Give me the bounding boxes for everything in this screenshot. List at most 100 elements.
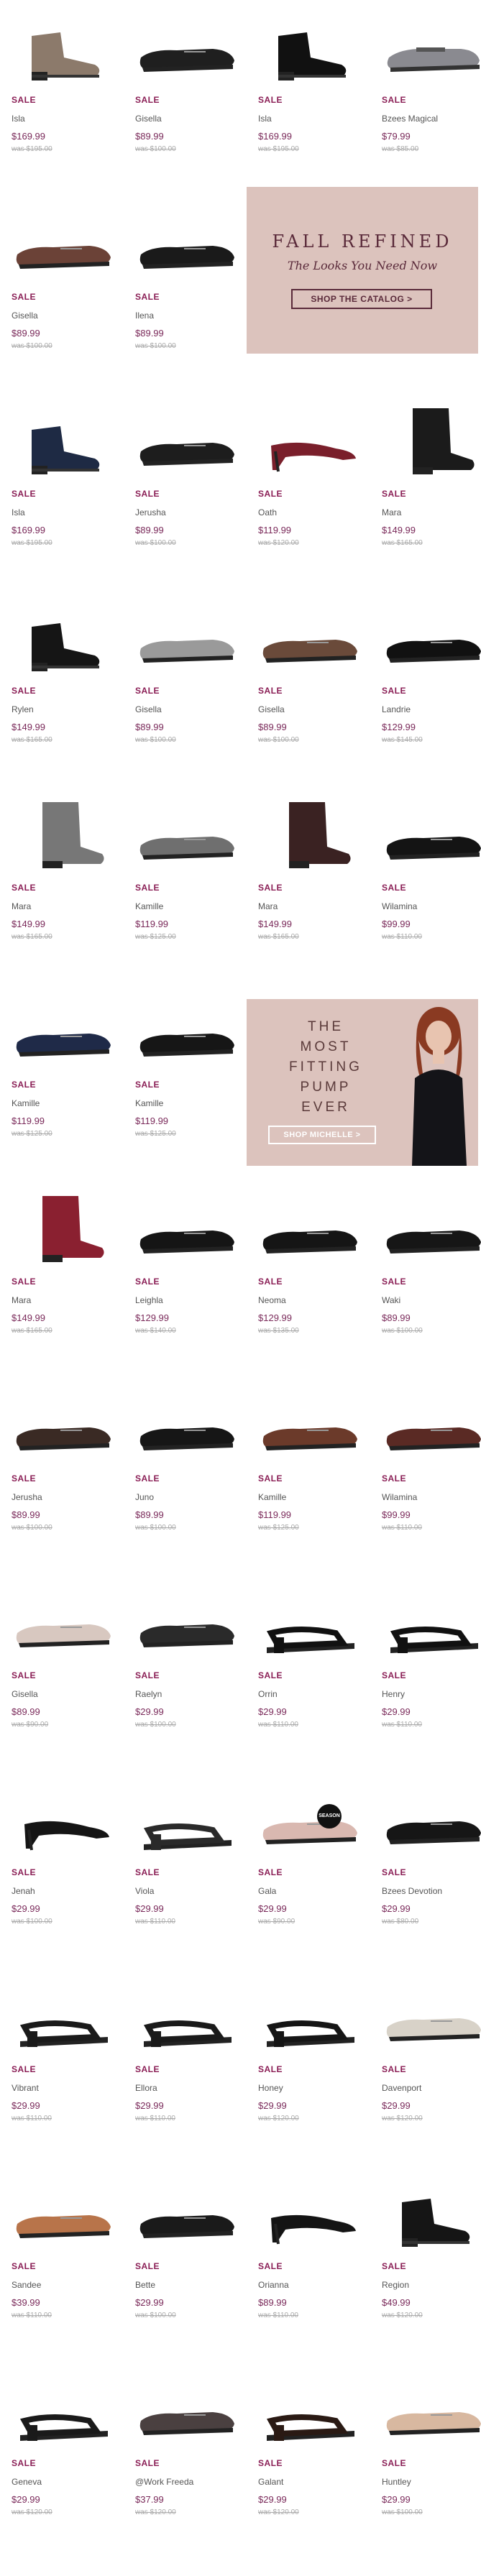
product-name[interactable]: Kamille	[135, 901, 163, 911]
product-card[interactable]: SALE Orrin $29.99 was $110.00	[257, 1583, 365, 1782]
product-name[interactable]: Gisella	[135, 114, 162, 124]
product-card[interactable]: SALE Jerusha $89.99 was $100.00	[10, 1386, 118, 1586]
product-card[interactable]: SALE Landrie $129.99 was $145.00	[380, 598, 481, 798]
product-name[interactable]: Orianna	[258, 2280, 289, 2290]
product-card[interactable]: SALE Mara $149.99 was $165.00	[10, 795, 118, 995]
product-card[interactable]: SALE Isla $169.99 was $195.00	[10, 401, 118, 601]
product-card[interactable]: SALE Wilamina $99.99 was $110.00	[380, 1386, 481, 1586]
product-name[interactable]: Juno	[135, 1492, 154, 1502]
product-card[interactable]: SALE Raelyn $29.99 was $100.00	[134, 1583, 242, 1782]
product-card[interactable]: SALE Sandee $39.99 was $110.00	[10, 2174, 118, 2373]
product-name[interactable]: Region	[382, 2280, 409, 2290]
product-card[interactable]: SALE Region $49.99 was $120.00	[380, 2174, 481, 2373]
product-name[interactable]: Bzees Magical	[382, 114, 438, 124]
product-image[interactable]	[380, 1977, 481, 2056]
product-image[interactable]	[380, 795, 481, 874]
product-image[interactable]	[10, 7, 118, 86]
product-name[interactable]: Honey	[258, 2083, 283, 2093]
product-card[interactable]: SALE @Work Freeda $37.99 was $120.00	[134, 2370, 242, 2570]
product-image[interactable]	[257, 1780, 365, 1859]
product-card[interactable]: SALE Gisella $89.99 was $100.00	[134, 7, 242, 207]
product-image[interactable]	[257, 7, 365, 86]
product-image[interactable]	[380, 7, 481, 86]
shop-michelle-button[interactable]: SHOP MICHELLE >	[268, 1126, 376, 1144]
product-card[interactable]: SALE Ellora $29.99 was $110.00	[134, 1977, 242, 2176]
product-card[interactable]: SALE Honey $29.99 was $120.00	[257, 1977, 365, 2176]
product-card[interactable]: SALE Gisella $89.99 was $100.00	[134, 598, 242, 798]
product-card[interactable]: SALE Rylen $149.99 was $165.00	[10, 598, 118, 798]
product-name[interactable]: Gisella	[135, 704, 162, 714]
product-card[interactable]: SALE Geneva $29.99 was $120.00	[10, 2370, 118, 2570]
product-name[interactable]: Galant	[258, 2477, 283, 2487]
product-card[interactable]: SALE Galant $29.99 was $120.00	[257, 2370, 365, 2570]
product-name[interactable]: Huntley	[382, 2477, 411, 2487]
product-image[interactable]	[380, 401, 481, 480]
product-image[interactable]	[10, 1977, 118, 2056]
fitting-pump-banner[interactable]: THE MOST FITTING PUMP EVER SHOP MICHELLE…	[247, 999, 478, 1166]
product-image[interactable]	[134, 598, 242, 677]
product-name[interactable]: Gisella	[258, 704, 285, 714]
product-image[interactable]	[134, 204, 242, 283]
product-name[interactable]: Davenport	[382, 2083, 421, 2093]
product-image[interactable]	[10, 1386, 118, 1465]
product-image[interactable]	[257, 1977, 365, 2056]
product-name[interactable]: Mara	[12, 1295, 31, 1305]
product-name[interactable]: Viola	[135, 1886, 154, 1896]
product-name[interactable]: Geneva	[12, 2477, 42, 2487]
product-card[interactable]: SALE Jerusha $89.99 was $100.00	[134, 401, 242, 601]
product-name[interactable]: Gisella	[12, 310, 38, 321]
product-card[interactable]: SALE Leighla $129.99 was $140.00	[134, 1189, 242, 1389]
product-image[interactable]	[380, 1386, 481, 1465]
product-card[interactable]: SALE Bzees Devotion $29.99 was $80.00	[380, 1780, 481, 1979]
product-card[interactable]: SALE Kamille $119.99 was $125.00	[10, 992, 118, 1192]
product-name[interactable]: Mara	[258, 901, 278, 911]
product-name[interactable]: Oath	[258, 507, 277, 518]
product-name[interactable]: Isla	[258, 114, 272, 124]
product-card[interactable]: SALE Bzees Magical $79.99 was $85.00	[380, 7, 481, 207]
product-image[interactable]	[10, 204, 118, 283]
product-name[interactable]: Gala	[258, 1886, 276, 1896]
product-card[interactable]: SALE Vibrant $29.99 was $110.00	[10, 1977, 118, 2176]
product-card[interactable]: SALE Kamille $119.99 was $125.00	[134, 795, 242, 995]
product-name[interactable]: Ellora	[135, 2083, 157, 2093]
product-name[interactable]: Wilamina	[382, 1492, 417, 1502]
product-name[interactable]: Neoma	[258, 1295, 286, 1305]
product-image[interactable]	[134, 1583, 242, 1662]
product-image[interactable]	[10, 598, 118, 677]
product-name[interactable]: Kamille	[258, 1492, 286, 1502]
product-name[interactable]: Wilamina	[382, 901, 417, 911]
product-image[interactable]	[257, 598, 365, 677]
product-name[interactable]: Kamille	[12, 1098, 40, 1108]
product-name[interactable]: Gisella	[12, 1689, 38, 1699]
product-image[interactable]	[134, 1780, 242, 1859]
product-image[interactable]	[257, 2174, 365, 2253]
product-card[interactable]: SALE Viola $29.99 was $110.00	[134, 1780, 242, 1979]
product-image[interactable]	[10, 1189, 118, 1268]
product-card[interactable]: SALE Bette $29.99 was $100.00	[134, 2174, 242, 2373]
product-card[interactable]: SALE Wilamina $99.99 was $110.00	[380, 795, 481, 995]
product-image[interactable]	[134, 1386, 242, 1465]
product-card[interactable]: SALE Gisella $89.99 was $100.00	[257, 598, 365, 798]
product-card[interactable]: SALE Gisella $89.99 was $100.00	[10, 204, 118, 404]
product-image[interactable]	[10, 1583, 118, 1662]
product-card[interactable]: SALE Isla $169.99 was $195.00	[257, 7, 365, 207]
product-image[interactable]	[10, 401, 118, 480]
product-image[interactable]	[257, 1386, 365, 1465]
product-image[interactable]	[134, 1977, 242, 2056]
product-image[interactable]	[134, 2174, 242, 2253]
product-name[interactable]: Sandee	[12, 2280, 41, 2290]
product-card[interactable]: SALE Isla $169.99 was $195.00	[10, 7, 118, 207]
product-card[interactable]: SALE Huntley $29.99 was $100.00	[380, 2370, 481, 2570]
product-card[interactable]: SALE Gala $29.99 was $90.00	[257, 1780, 365, 1979]
product-image[interactable]	[134, 401, 242, 480]
product-name[interactable]: Jerusha	[135, 507, 166, 518]
product-name[interactable]: Raelyn	[135, 1689, 162, 1699]
product-card[interactable]: SALE Jenah $29.99 was $100.00	[10, 1780, 118, 1979]
product-name[interactable]: @Work Freeda	[135, 2477, 193, 2487]
product-card[interactable]: SALE Mara $149.99 was $165.00	[380, 401, 481, 601]
product-card[interactable]: SALE Juno $89.99 was $100.00	[134, 1386, 242, 1586]
product-name[interactable]: Leighla	[135, 1295, 163, 1305]
product-image[interactable]	[380, 598, 481, 677]
product-image[interactable]	[10, 992, 118, 1071]
product-card[interactable]: SALE Oath $119.99 was $120.00	[257, 401, 365, 601]
